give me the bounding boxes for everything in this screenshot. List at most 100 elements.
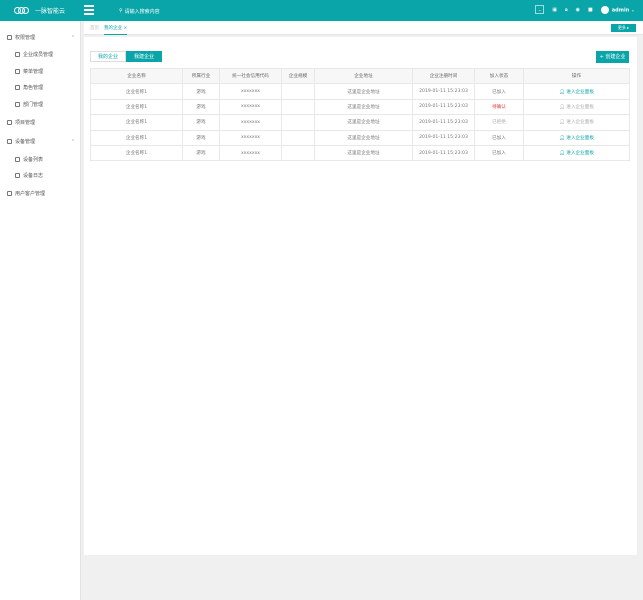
cell-industry: 游戏 [182, 144, 220, 162]
sidebar-item-label: 设备列表 [23, 157, 44, 163]
created-enterprise-tab[interactable]: 我建企业 [126, 51, 163, 62]
column-header: 所属行业 [182, 67, 220, 85]
tab-home[interactable]: 首页 [90, 25, 99, 31]
cell-status: 已加入 [474, 129, 524, 146]
search-placeholder: 请输入搜索内容 [124, 9, 160, 15]
column-header: 加入状态 [474, 67, 524, 85]
cell-time: 2019-01-11 15:23:03 [412, 114, 475, 131]
sidebar-item[interactable]: 设备日志 [15, 172, 83, 179]
cell-scale [281, 83, 315, 100]
close-icon[interactable]: × [123, 26, 127, 31]
sidebar-item[interactable]: 设备管理 ⌃ [7, 138, 75, 145]
cell-code: xxxxxxx [219, 83, 282, 100]
segment-control: 我的企业 我建企业 [90, 51, 163, 62]
sidebar-item-label: 部门管理 [23, 102, 44, 108]
cell-industry: 游戏 [182, 114, 220, 131]
eye-icon[interactable]: ◉ [576, 7, 580, 13]
action-label: 进入企业面板 [566, 120, 594, 126]
menu-toggle-icon[interactable] [84, 5, 94, 15]
user-menu[interactable]: admin ⌄ [600, 5, 635, 14]
my-enterprise-tab[interactable]: 我的企业 [90, 51, 127, 62]
username: admin [611, 7, 630, 13]
enter-panel-link[interactable]: 👤︎ 进入企业面板 [523, 83, 630, 100]
chevron-up-icon[interactable]: ⌃ [71, 139, 75, 145]
sidebar-item[interactable]: 企业成员管理 [15, 51, 83, 58]
lock-icon[interactable]: 🔒︎ [565, 7, 568, 13]
column-header: 企业注册时间 [412, 67, 475, 85]
column-header: 企业名称 [90, 67, 183, 85]
action-label: 进入企业面板 [566, 135, 594, 141]
avatar [600, 5, 609, 14]
menu-item-icon [15, 85, 20, 90]
cell-name: 企业名称1 [90, 144, 183, 162]
content-card: 我的企业 我建企业 + 创建企业 企业名称 所属行业 统一社会信用代码 企业规模 企业地… [84, 37, 637, 555]
chevron-up-icon[interactable]: ⌃ [71, 35, 75, 41]
cell-code: xxxxxxx [219, 114, 282, 131]
cell-status: 已加入 [474, 83, 524, 100]
enter-panel-link[interactable]: 👤︎ 进入企业面板 [523, 114, 630, 131]
column-header: 操作 [523, 67, 630, 85]
user-icon: 👤︎ [559, 135, 565, 141]
search-input[interactable]: ⚲ 请输入搜索内容 [119, 8, 160, 15]
more-button[interactable]: 更多 ▸ [611, 24, 636, 32]
sidebar-item[interactable]: 部门管理 [15, 101, 83, 108]
sidebar-item[interactable]: 用户客户管理 [7, 190, 75, 197]
sidebar-item-label: 企业成员管理 [23, 52, 54, 58]
cell-name: 企业名称1 [90, 114, 183, 131]
user-icon: 👤︎ [559, 120, 565, 126]
search-icon: ⚲ [119, 8, 123, 14]
tab-my-enterprise[interactable]: 我的企业 × [104, 25, 128, 35]
message-icon[interactable]: ■ [588, 7, 593, 13]
dropdown-icon[interactable]: ⌄ [535, 5, 545, 14]
enter-panel-link[interactable]: 👤︎ 进入企业面板 [523, 144, 630, 162]
sidebar-item[interactable]: 角色管理 [15, 84, 83, 91]
sidebar-item[interactable]: 设备列表 [15, 156, 83, 163]
action-label: 进入企业面板 [566, 104, 594, 110]
sidebar-item[interactable]: 权限管理 ⌃ [7, 34, 75, 41]
sidebar-item[interactable]: 项目管理 [7, 119, 75, 126]
table-row: 企业名称1 游戏 xxxxxxx 这里是企业地址 2019-01-11 15:23:03… [90, 114, 630, 131]
cell-name: 企业名称1 [90, 129, 183, 146]
sidebar-item-label: 设备日志 [23, 173, 44, 179]
cell-industry: 游戏 [182, 83, 220, 100]
cell-scale [281, 114, 315, 131]
action-label: 进入企业面板 [566, 151, 594, 157]
cell-code: xxxxxxx [219, 144, 282, 162]
table-row: 企业名称1 游戏 xxxxxxx 这里是企业地址 2019-01-11 15:23:03… [90, 83, 630, 100]
cell-scale [281, 98, 315, 116]
cell-scale [281, 144, 315, 162]
sidebar: 权限管理 ⌃ 企业成员管理菜单管理角色管理部门管理项目管理设备管理 ⌃ 设备列表设备日志… [0, 21, 81, 600]
sidebar-item[interactable]: 菜单管理 [15, 68, 83, 75]
enter-panel-link[interactable]: 👤︎ 进入企业面板 [523, 129, 630, 146]
gift-icon[interactable]: ▣ [552, 7, 557, 13]
cell-status: 已加入 [474, 144, 524, 162]
top-header: 一脉智能云 ⚲ 请输入搜索内容 ⌄ ▣ 🔒︎ ◉ ■ admin ⌄ [0, 0, 643, 21]
menu-item-icon [15, 102, 20, 107]
menu-item-icon [7, 35, 12, 40]
cell-time: 2019-01-11 15:23:03 [412, 83, 475, 100]
cell-time: 2019-01-11 15:23:03 [412, 98, 475, 116]
enter-panel-link[interactable]: 👤︎ 进入企业面板 [523, 98, 630, 116]
enterprise-table: 企业名称 所属行业 统一社会信用代码 企业规模 企业地址 企业注册时间 加入状态 操作 企业名… [90, 67, 630, 162]
column-header: 统一社会信用代码 [219, 67, 282, 85]
menu-item-icon [15, 173, 20, 178]
cell-address: 这里是企业地址 [314, 144, 413, 162]
cell-status: 已拒绝 [474, 114, 524, 131]
menu-item-icon [7, 191, 12, 196]
menu-item-icon [15, 157, 20, 162]
sidebar-item-label: 项目管理 [15, 120, 36, 126]
sidebar-item-label: 角色管理 [23, 85, 44, 91]
app-name: 一脉智能云 [35, 8, 66, 15]
cell-time: 2019-01-11 15:23:03 [412, 129, 475, 146]
user-icon: 👤︎ [559, 151, 565, 157]
cell-address: 这里是企业地址 [314, 129, 413, 146]
cell-address: 这里是企业地址 [314, 114, 413, 131]
create-enterprise-button[interactable]: + 创建企业 [596, 51, 629, 63]
tab-bar: 首页 我的企业 × [84, 21, 643, 35]
cell-status: 待确认 [474, 98, 524, 116]
logo: 一脉智能云 [13, 6, 65, 15]
cell-code: xxxxxxx [219, 98, 282, 116]
menu-item-icon [7, 139, 12, 144]
menu-item-icon [7, 120, 12, 125]
logo-icon [14, 7, 29, 14]
